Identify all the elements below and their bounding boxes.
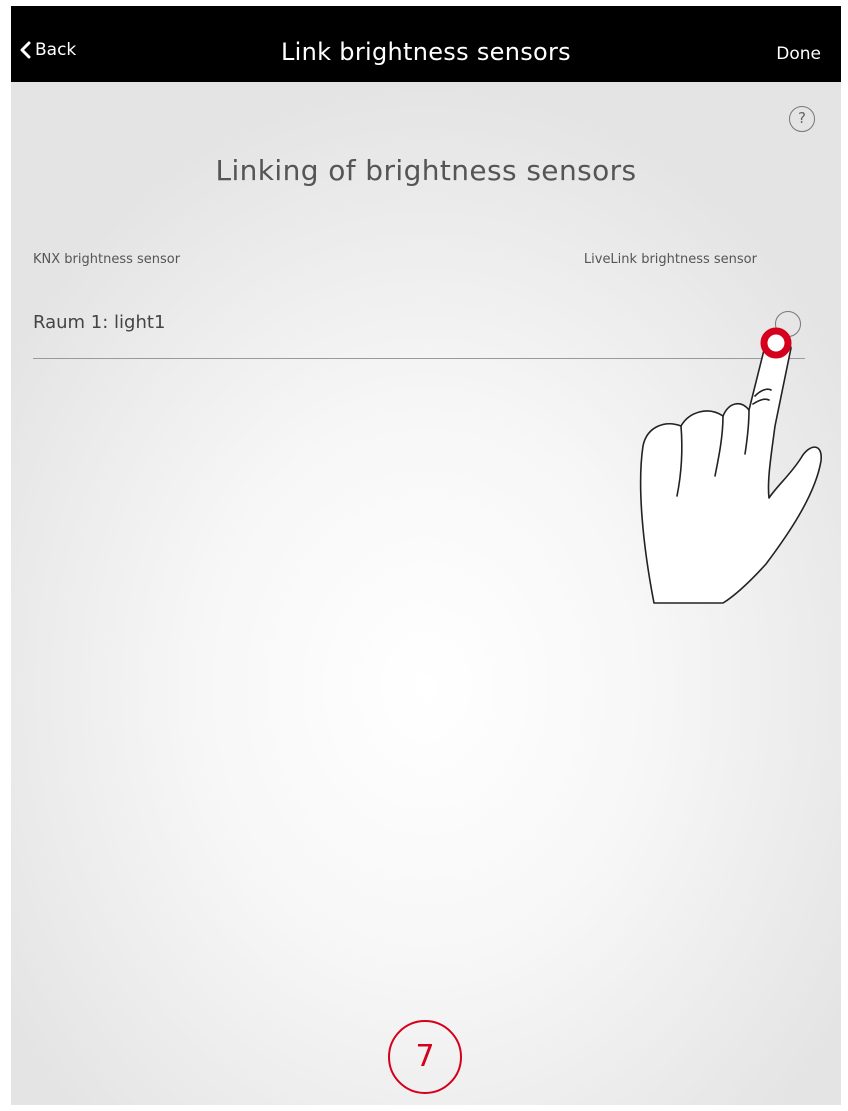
page-title: Link brightness sensors: [281, 38, 571, 66]
navigation-bar: Back Link brightness sensors Done: [11, 6, 841, 82]
done-button[interactable]: Done: [776, 44, 821, 64]
step-number-badge: 7: [388, 1020, 462, 1094]
sensor-row-label: Raum 1: light1: [33, 312, 166, 333]
column-header-knx: KNX brightness sensor: [33, 252, 181, 267]
section-heading: Linking of brightness sensors: [215, 154, 637, 187]
help-icon[interactable]: ?: [789, 106, 815, 132]
app-screen: Back Link brightness sensors Done ? Link…: [11, 6, 841, 1105]
column-header-livelink: LiveLink brightness sensor: [583, 252, 757, 267]
sensor-row[interactable]: Raum 1: light1: [33, 304, 805, 359]
circle-button-icon[interactable]: [775, 311, 801, 337]
